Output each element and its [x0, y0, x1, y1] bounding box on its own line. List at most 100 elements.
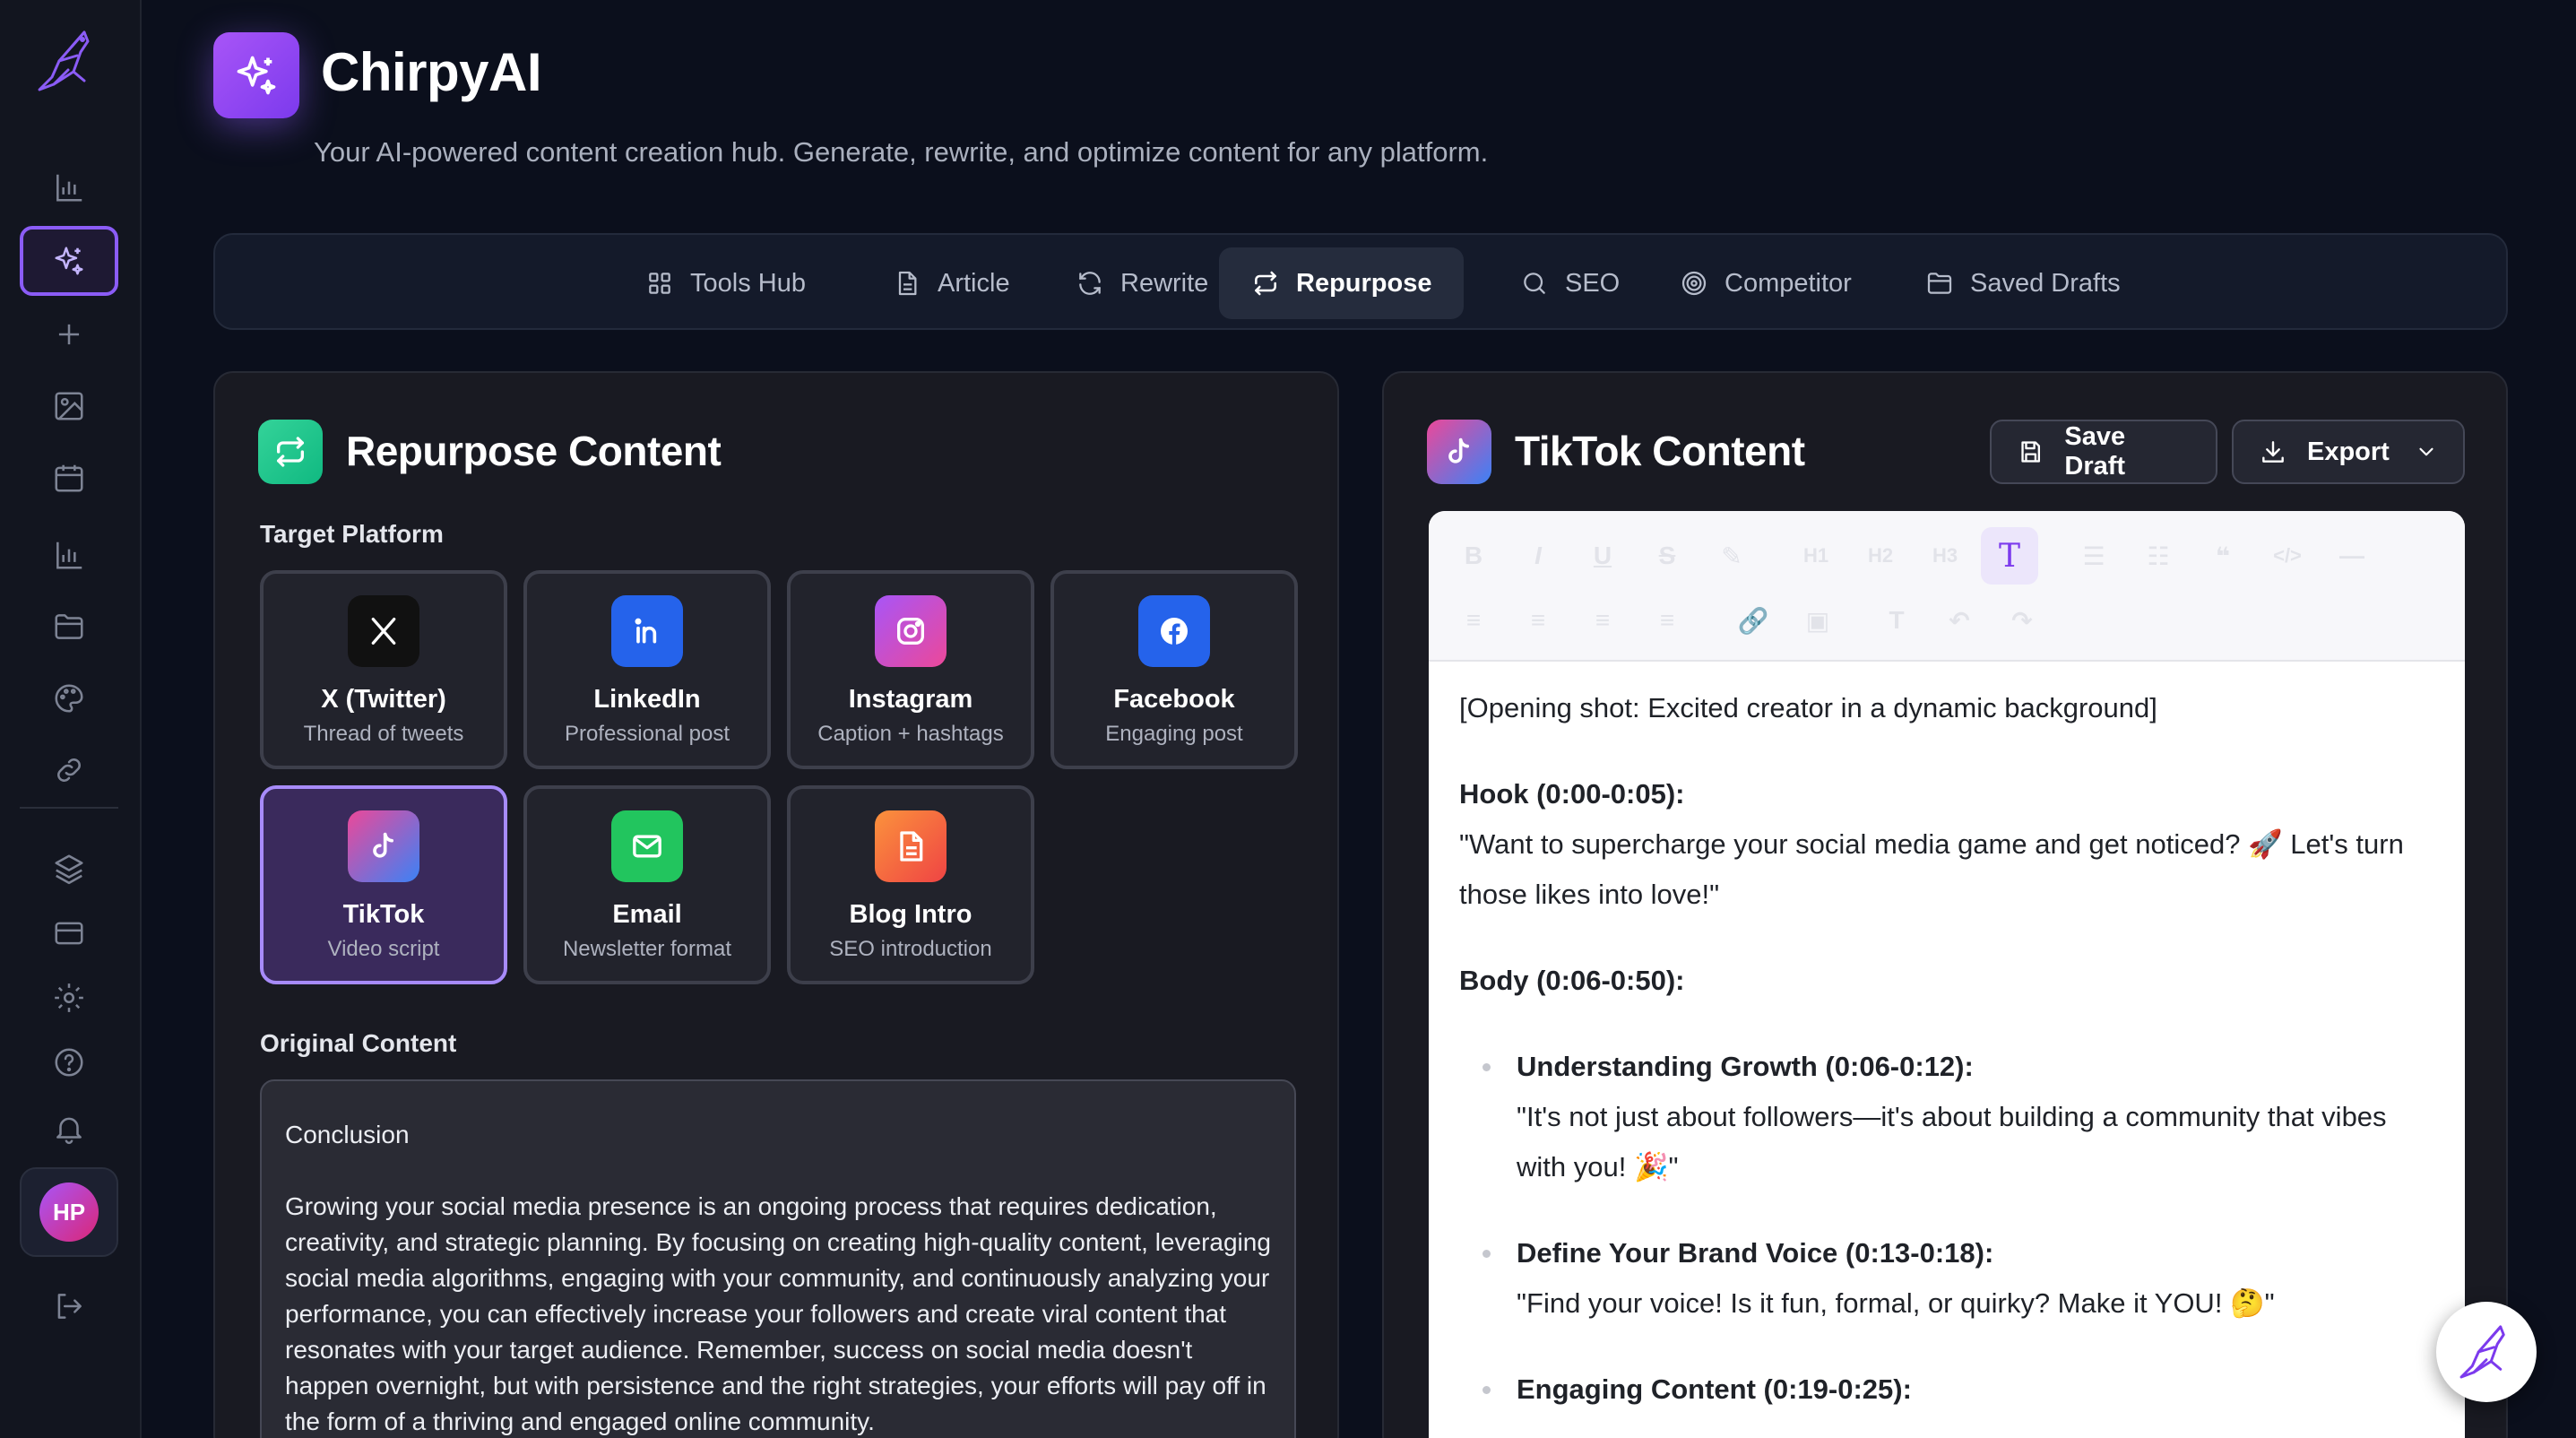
- link-icon[interactable]: 🔗: [1733, 601, 1773, 640]
- grid-icon: [649, 273, 670, 294]
- list-item-text: "Find your voice! Is it fun, formal, or …: [1517, 1287, 2275, 1319]
- instagram-icon: [875, 595, 947, 667]
- link-icon: [57, 758, 81, 782]
- tiktok-icon: [348, 810, 419, 882]
- sidebar-item-reports[interactable]: [20, 520, 118, 590]
- list-item: Define Your Brand Voice (0:13-0:18): "Fi…: [1482, 1228, 2436, 1329]
- x-icon: [348, 595, 419, 667]
- italic-button[interactable]: I: [1518, 536, 1558, 576]
- sidebar-item-brand[interactable]: [20, 663, 118, 733]
- sidebar-item-logout[interactable]: [20, 1271, 118, 1341]
- tab-article[interactable]: Article: [860, 247, 1042, 319]
- sidebar-item-settings[interactable]: [20, 963, 118, 1033]
- original-content-input[interactable]: Conclusion Growing your social media pre…: [260, 1079, 1296, 1438]
- redo-button[interactable]: ↷: [2002, 601, 2042, 640]
- tab-repurpose[interactable]: Repurpose: [1219, 247, 1465, 319]
- sidebar-item-images[interactable]: [20, 371, 118, 441]
- sidebar-item-files[interactable]: [20, 592, 118, 662]
- content-editor[interactable]: B I U S ✎ H1 H2 H3 T ☰ ☷ ❝ </> — ≡ ≡ ≡ ≡…: [1429, 511, 2465, 1438]
- original-heading: Conclusion: [285, 1121, 410, 1148]
- platform-option-email[interactable]: Email Newsletter format: [523, 785, 771, 984]
- assistant-launcher-button[interactable]: [2436, 1302, 2537, 1402]
- folder-icon: [55, 614, 83, 639]
- sidebar-item-ai-tools[interactable]: [20, 226, 118, 296]
- tiktok-icon: [1427, 420, 1491, 484]
- plus-icon: [58, 324, 80, 345]
- search-icon: [1524, 273, 1545, 294]
- platform-option-tiktok[interactable]: TikTok Video script: [260, 785, 507, 984]
- bar-chart-icon: [56, 541, 82, 569]
- quote-button[interactable]: ❝: [2203, 536, 2243, 576]
- editor-content[interactable]: [Opening shot: Excited creator in a dyna…: [1459, 683, 2436, 1438]
- image-icon[interactable]: ▣: [1798, 601, 1837, 640]
- divider-button[interactable]: —: [2332, 536, 2372, 576]
- align-justify-button[interactable]: ≡: [1647, 601, 1687, 640]
- heading2-button[interactable]: H2: [1861, 536, 1900, 576]
- list-item-title: Define Your Brand Voice (0:13-0:18):: [1517, 1237, 1994, 1269]
- save-draft-button[interactable]: Save Draft: [1990, 420, 2217, 484]
- platform-name: TikTok: [342, 900, 425, 929]
- tab-saved-drafts[interactable]: Saved Drafts: [1893, 247, 2153, 319]
- tab-rewrite[interactable]: Rewrite: [1043, 247, 1240, 319]
- user-menu[interactable]: HP: [20, 1167, 118, 1257]
- repurpose-title: Repurpose Content: [346, 428, 722, 474]
- body-title: Body (0:06-0:50):: [1459, 965, 1685, 996]
- export-button[interactable]: Export: [2232, 420, 2465, 484]
- platform-option-x[interactable]: X (Twitter) Thread of tweets: [260, 570, 507, 769]
- undo-button[interactable]: ↶: [1940, 601, 1979, 640]
- bar-chart-icon: [56, 174, 82, 202]
- chevron-down-icon: [2419, 447, 2433, 456]
- platform-option-facebook[interactable]: Facebook Engaging post: [1050, 570, 1298, 769]
- chirpy-logo-icon[interactable]: [32, 25, 104, 97]
- sidebar-item-billing[interactable]: [20, 898, 118, 968]
- sidebar-item-help[interactable]: [20, 1027, 118, 1097]
- page-subtitle: Your AI-powered content creation hub. Ge…: [314, 136, 1489, 168]
- sidebar-item-notifications[interactable]: [20, 1094, 118, 1164]
- refresh-icon: [1079, 272, 1101, 295]
- code-button[interactable]: </>: [2268, 536, 2307, 576]
- opening-line: [Opening shot: Excited creator in a dyna…: [1459, 692, 2157, 723]
- strikethrough-button[interactable]: S: [1647, 536, 1687, 576]
- repurpose-header-icon: [258, 420, 323, 484]
- text-style-button[interactable]: T: [1981, 527, 2038, 585]
- platform-desc: Professional post: [564, 722, 730, 746]
- sidebar-item-calendar[interactable]: [20, 443, 118, 513]
- platform-option-linkedin[interactable]: LinkedIn Professional post: [523, 570, 771, 769]
- tab-tools-hub[interactable]: Tools Hub: [613, 247, 838, 319]
- platform-option-blog-intro[interactable]: Blog Intro SEO introduction: [787, 785, 1034, 984]
- target-platform-label: Target Platform: [260, 520, 444, 548]
- list-item-title: Engaging Content (0:19-0:25):: [1517, 1373, 1912, 1405]
- highlight-button[interactable]: ✎: [1712, 536, 1751, 576]
- list-item-text: "It's not just about followers—it's abou…: [1517, 1101, 2387, 1182]
- tab-competitor[interactable]: Competitor: [1647, 247, 1884, 319]
- platform-desc: Thread of tweets: [303, 722, 464, 746]
- tab-label: Saved Drafts: [1970, 268, 2121, 298]
- bullet-list-button[interactable]: ☰: [2074, 536, 2114, 576]
- heading3-button[interactable]: H3: [1925, 536, 1965, 576]
- tab-label: Repurpose: [1296, 268, 1432, 298]
- clear-format-button[interactable]: T: [1877, 601, 1916, 640]
- sidebar-item-layers[interactable]: [20, 834, 118, 904]
- linkedin-icon: [611, 595, 683, 667]
- sidebar-item-analytics[interactable]: [20, 152, 118, 222]
- sidebar-item-create[interactable]: [20, 299, 118, 369]
- platform-desc: Newsletter format: [562, 937, 732, 961]
- platform-option-instagram[interactable]: Instagram Caption + hashtags: [787, 570, 1034, 769]
- platform-name: X (Twitter): [321, 685, 446, 714]
- tab-seo[interactable]: SEO: [1488, 247, 1652, 319]
- avatar: HP: [39, 1182, 99, 1242]
- underline-button[interactable]: U: [1583, 536, 1622, 576]
- mail-icon: [611, 810, 683, 882]
- platform-name: LinkedIn: [593, 685, 701, 714]
- repeat-icon: [277, 437, 304, 467]
- heading1-button[interactable]: H1: [1796, 536, 1836, 576]
- bird-icon: [2459, 1325, 2505, 1379]
- align-left-button[interactable]: ≡: [1454, 601, 1493, 640]
- align-right-button[interactable]: ≡: [1583, 601, 1622, 640]
- sidebar-item-links[interactable]: [20, 735, 118, 805]
- platform-desc: SEO introduction: [829, 937, 992, 961]
- image-icon: [55, 392, 83, 420]
- numbered-list-button[interactable]: ☷: [2139, 536, 2178, 576]
- align-center-button[interactable]: ≡: [1518, 601, 1558, 640]
- bold-button[interactable]: B: [1454, 536, 1493, 576]
